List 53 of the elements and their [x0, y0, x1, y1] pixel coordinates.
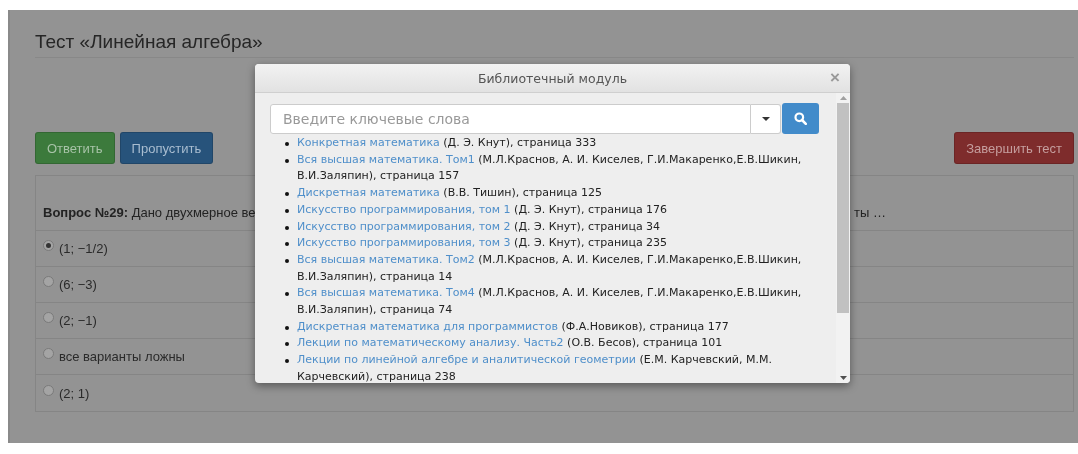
result-entry: Вся высшая математика. Том1 (М.Л.Краснов, А. И. Киселев, Г.И.Макаренко,Е.В.Шикин, В.И.Заляпин), страница 157 — [297, 151, 803, 185]
result-link[interactable]: Конкретная математика — [297, 136, 440, 149]
bullet-dot — [285, 242, 289, 247]
dropdown-button[interactable] — [751, 103, 782, 134]
dialog-title: Библиотечный модуль — [477, 70, 628, 86]
result-link[interactable]: Вся высшая математика. Том2 — [297, 252, 475, 266]
scroll-up-icon — [839, 96, 847, 100]
result-link[interactable]: Искусство программирования, том 1 — [297, 202, 511, 216]
result-entry: Дискретная математика для программистов (Ф.А.Новиков), страница 177 — [297, 318, 729, 335]
skip-button[interactable]: Пропустить — [119, 132, 214, 164]
result-entry: Конкретная математика (Д. Э. Кнут), страница 333 — [297, 135, 597, 151]
result-link[interactable]: Искусство программирования, том 2 — [297, 219, 511, 233]
scroll-down-icon — [839, 376, 847, 380]
result-entry: Искусство программирования, том 2 (Д. Э. Кнут), страница 34 — [297, 218, 661, 235]
bullet-dot — [285, 292, 289, 297]
search-icon — [794, 112, 807, 125]
answer-button[interactable]: Ответить — [35, 132, 115, 164]
result-entry: Вся высшая математика. Том2 (М.Л.Краснов, А. И. Киселев, Г.И.Макаренко,Е.В.Шикин, В.И.Заляпин), страница 14 — [297, 251, 803, 285]
result-link[interactable]: Дискретная математика — [297, 186, 440, 200]
bullet-dot — [285, 142, 289, 146]
radio-button[interactable] — [43, 312, 54, 323]
bullet-dot — [285, 342, 289, 347]
result-link[interactable]: Вся высшая математика. Том1 — [297, 152, 475, 166]
radio-button[interactable] — [43, 240, 54, 251]
bullet-dot — [285, 325, 289, 330]
bullet-dot — [285, 359, 289, 364]
result-entry: Вся высшая математика. Том4 (М.Л.Краснов, А. И. Киселев, Г.И.Макаренко,Е.В.Шикин, В.И.Заляпин), страница 74 — [297, 285, 803, 319]
scrollbar[interactable] — [836, 93, 850, 383]
page-title: Тест «Линейная алгебра» — [35, 28, 1074, 58]
result-entry: Искусство программирования, том 1 (Д. Э. Кнут), страница 176 — [297, 201, 668, 218]
bullet-dot — [285, 258, 289, 263]
result-link[interactable]: Искусство программирования, том 3 — [297, 236, 511, 250]
close-button[interactable]: × — [830, 69, 840, 86]
question-text: ты … — [854, 204, 886, 220]
bullet-dot — [285, 192, 289, 197]
caret-icon — [761, 116, 770, 121]
bullet-dot — [285, 225, 289, 230]
search-field[interactable]: Введите ключевые слова — [270, 103, 752, 134]
result-entry: Дискретная математика (В.В. Тишин), страница 125 — [297, 185, 602, 202]
radio-button[interactable] — [43, 384, 54, 396]
result-link[interactable]: Вся высшая математика. Том4 — [297, 286, 475, 300]
finish-button[interactable]: Завершить тест — [954, 132, 1074, 164]
radio-button[interactable] — [43, 348, 54, 359]
result-link[interactable]: Дискретная математика для программистов — [297, 319, 558, 333]
search-button[interactable] — [782, 103, 819, 134]
bullet-dot — [285, 208, 289, 213]
radio-button[interactable] — [43, 276, 54, 287]
scrollbar-thumb[interactable] — [837, 103, 849, 313]
result-entry: Искусство программирования, том 3 (Д. Э. Кнут), страница 235 — [297, 235, 668, 252]
question-text: Вопрос №29: Дано двухмерное ве — [43, 204, 256, 220]
result-link[interactable]: Лекции по математическому анализу. Часть2 — [297, 336, 564, 350]
bullet-dot — [285, 158, 289, 163]
result-link[interactable]: Лекции по линейной алгебре и аналитической геометрии — [297, 353, 636, 367]
